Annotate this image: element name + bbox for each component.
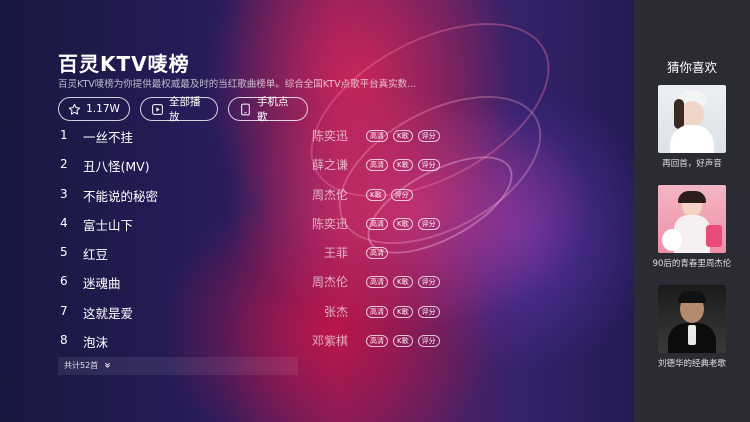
song-rank: 1	[60, 128, 68, 142]
song-artist: 周杰伦	[311, 187, 348, 202]
feature-badge: 高清	[366, 217, 388, 230]
feature-badge: 评分	[417, 130, 440, 142]
feature-badge: K歌	[393, 130, 413, 142]
favorite-count: 1.17W	[86, 103, 120, 115]
song-artist: 陈奕迅	[311, 129, 348, 143]
play-all-label: 全部播放	[169, 96, 201, 123]
song-badges: 高清 K歌 评分	[366, 217, 440, 230]
favorite-button[interactable]: 1.17W	[58, 97, 130, 121]
card-thumbnail	[658, 85, 726, 153]
phone-order-label: 手机点歌	[257, 96, 289, 123]
song-title: 一丝不挂	[83, 130, 134, 145]
song-title: 迷魂曲	[83, 276, 121, 292]
song-row[interactable]: 1 一丝不挂 陈奕迅 高清 K歌 评分	[58, 122, 458, 151]
play-all-button[interactable]: 全部播放	[140, 96, 218, 123]
feature-badge: 评分	[390, 188, 413, 201]
show-more-button[interactable]: 共计52首	[58, 357, 298, 375]
song-badges: 高清 K歌 评分	[366, 276, 440, 289]
song-title: 泡沫	[83, 335, 109, 351]
feature-badge: K歌	[393, 217, 413, 230]
song-artist: 陈奕迅	[311, 216, 348, 231]
card-thumbnail	[658, 285, 726, 353]
song-artist: 薛之谦	[311, 158, 348, 173]
star-icon	[68, 103, 81, 116]
song-artist: 邓紫棋	[311, 334, 348, 349]
action-bar: 1.17W 全部播放 手机点歌	[58, 96, 618, 123]
feature-badge: 评分	[417, 217, 440, 230]
feature-badge: 高清	[366, 130, 388, 142]
song-row[interactable]: 6 迷魂曲 周杰伦 高清 K歌 评分	[58, 268, 458, 297]
feature-badge: K歌	[393, 276, 413, 289]
song-row[interactable]: 7 这就是爱 张杰 高清 K歌 评分	[58, 298, 458, 327]
song-badges: 高清 K歌 评分	[366, 335, 440, 348]
song-list: 1 一丝不挂 陈奕迅 高清 K歌 评分 2 丑八怪(MV) 薛之谦 高清 K歌 评分 3 不能说的秘密 周杰…	[58, 122, 458, 356]
page-title: 百灵KTV唛榜	[58, 52, 190, 76]
song-badges: K歌 评分	[366, 188, 413, 201]
phone-icon	[239, 103, 252, 116]
feature-badge: K歌	[393, 335, 413, 348]
song-badges: 高清 K歌 评分	[366, 305, 440, 318]
song-title: 富士山下	[83, 217, 134, 233]
song-rank: 4	[60, 215, 68, 230]
song-title: 不能说的秘密	[83, 188, 159, 204]
feature-badge: K歌	[366, 188, 386, 201]
song-rank: 2	[60, 157, 68, 172]
song-badges: 高清 K歌 评分	[366, 130, 440, 142]
chart-header: 百灵KTV唛榜 百灵KTV唛榜为你提供最权威最及时的当红歌曲榜单。综合全国KTV…	[58, 52, 618, 123]
song-row[interactable]: 5 红豆 王菲 高清	[58, 239, 458, 268]
recommend-card[interactable]: 再回首，好声音	[658, 85, 726, 169]
sidebar-title: 猜你喜欢	[666, 60, 717, 75]
feature-badge: 高清	[366, 159, 388, 172]
song-row[interactable]: 4 富士山下 陈奕迅 高清 K歌 评分	[58, 210, 458, 239]
card-caption: 再回首，好声音	[662, 159, 722, 169]
song-rank: 8	[60, 333, 68, 348]
feature-badge: 评分	[417, 335, 440, 348]
song-artist: 张杰	[323, 304, 348, 319]
song-title: 这就是爱	[83, 305, 134, 321]
song-artist: 周杰伦	[311, 275, 348, 290]
song-rank: 3	[60, 186, 68, 201]
song-row[interactable]: 3 不能说的秘密 周杰伦 K歌 评分	[58, 181, 458, 210]
feature-badge: 高清	[366, 335, 388, 348]
feature-badge: 评分	[417, 305, 440, 318]
song-row[interactable]: 8 泡沫 邓紫棋 高清 K歌 评分	[58, 327, 458, 356]
chevron-down-icon	[104, 361, 111, 370]
recommend-sidebar: 猜你喜欢 再回首，好声音 90后的青春里周杰伦 刘德华的经典老歌	[634, 0, 750, 422]
feature-badge: 评分	[417, 159, 440, 172]
total-count: 共计52首	[64, 361, 99, 370]
card-caption: 90后的青春里周杰伦	[652, 259, 732, 269]
song-rank: 6	[60, 274, 68, 289]
song-title: 丑八怪(MV)	[83, 159, 150, 175]
feature-badge: 高清	[366, 247, 388, 260]
feature-badge: K歌	[393, 305, 413, 318]
card-thumbnail	[658, 185, 726, 253]
play-icon	[151, 103, 164, 116]
song-row[interactable]: 2 丑八怪(MV) 薛之谦 高清 K歌 评分	[58, 151, 458, 180]
song-artist: 王菲	[323, 246, 348, 261]
feature-badge: 高清	[366, 305, 388, 318]
song-title: 红豆	[83, 247, 109, 263]
recommend-card[interactable]: 90后的青春里周杰伦	[653, 185, 731, 269]
feature-badge: 高清	[366, 276, 388, 289]
song-badges: 高清 K歌 评分	[366, 159, 440, 172]
feature-badge: K歌	[393, 159, 413, 172]
feature-badge: 评分	[417, 276, 440, 289]
recommend-card[interactable]: 刘德华的经典老歌	[658, 285, 726, 369]
song-badges: 高清	[366, 247, 388, 260]
card-caption: 刘德华的经典老歌	[657, 359, 726, 369]
song-rank: 5	[60, 245, 68, 260]
song-rank: 7	[60, 303, 68, 318]
phone-order-button[interactable]: 手机点歌	[228, 96, 308, 123]
page-description: 百灵KTV唛榜为你提供最权威最及时的当红歌曲榜单。综合全国KTV点歌平台真实数.…	[58, 79, 417, 90]
